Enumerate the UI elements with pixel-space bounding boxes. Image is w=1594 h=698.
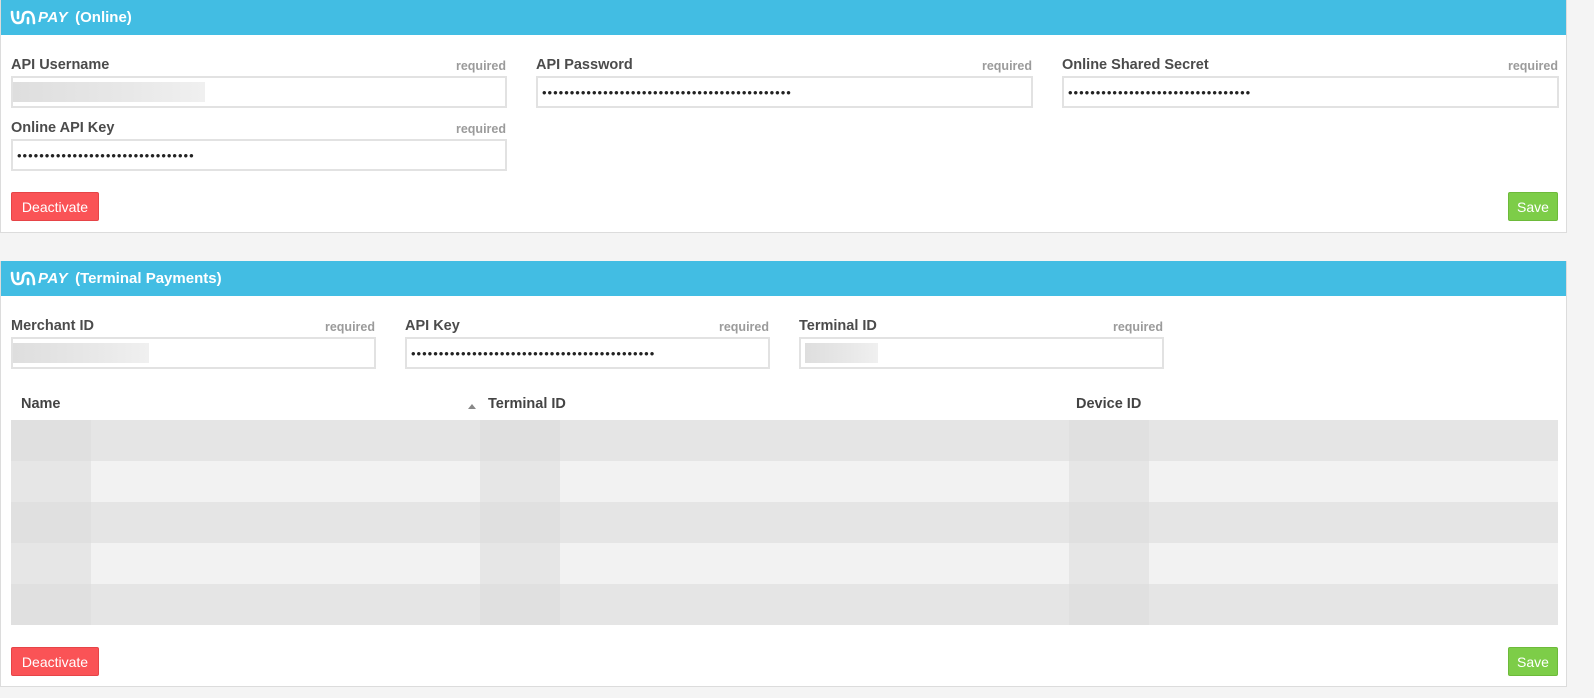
api-password-value: ••••••••••••••••••••••••••••••••••••••••…	[542, 84, 792, 100]
terminal-id-field: Terminal ID required	[799, 316, 1164, 369]
online-deactivate-button[interactable]: Deactivate	[11, 192, 99, 221]
online-shared-secret-input[interactable]: •••••••••••••••••••••••••••••••••	[1062, 76, 1559, 108]
required-indicator: required	[1507, 59, 1558, 73]
api-username-field: API Username required	[11, 55, 507, 108]
online-shared-secret-label: Online Shared Secret	[1062, 57, 1209, 73]
online-api-key-input[interactable]: ••••••••••••••••••••••••••••••••	[11, 139, 507, 171]
redacted-column-name	[11, 420, 91, 625]
sort-ascending-icon[interactable]	[468, 404, 476, 409]
terminal-payment-panel: PAY (Terminal Payments) Merchant ID requ…	[0, 261, 1567, 687]
redacted-value	[13, 343, 149, 363]
api-username-input[interactable]	[11, 76, 507, 108]
terminal-id-input[interactable]	[799, 337, 1164, 369]
online-panel-title: (Online)	[75, 9, 132, 26]
redacted-column-terminal-id	[480, 420, 560, 625]
terminals-table: Name Terminal ID Device ID	[11, 391, 1558, 625]
required-indicator: required	[981, 59, 1032, 73]
api-key-input[interactable]: ••••••••••••••••••••••••••••••••••••••••…	[405, 337, 770, 369]
online-payment-panel: PAY (Online) API Username required API P…	[0, 0, 1567, 233]
pay-logo: PAY	[10, 270, 75, 288]
terminal-id-label: Terminal ID	[799, 318, 877, 334]
online-api-key-label: Online API Key	[11, 120, 115, 136]
required-indicator: required	[324, 320, 375, 334]
terminal-deactivate-button[interactable]: Deactivate	[11, 647, 99, 676]
pay-logo: PAY	[10, 9, 75, 27]
api-key-label: API Key	[405, 318, 460, 334]
api-password-label: API Password	[536, 57, 633, 73]
online-save-button[interactable]: Save	[1508, 192, 1558, 221]
table-body	[11, 420, 1558, 625]
table-row[interactable]	[11, 502, 1558, 543]
column-header-device-id[interactable]: Device ID	[1076, 396, 1141, 412]
api-key-value: ••••••••••••••••••••••••••••••••••••••••…	[411, 345, 656, 361]
terminal-panel-title: (Terminal Payments)	[75, 270, 222, 287]
online-api-key-field: Online API Key required ••••••••••••••••…	[11, 118, 507, 171]
online-api-key-value: ••••••••••••••••••••••••••••••••	[17, 147, 195, 163]
table-row[interactable]	[11, 420, 1558, 461]
column-header-name[interactable]: Name	[21, 396, 61, 412]
online-shared-secret-field: Online Shared Secret required ••••••••••…	[1062, 55, 1559, 108]
redacted-value	[805, 343, 878, 363]
api-key-field: API Key required •••••••••••••••••••••••…	[405, 316, 770, 369]
table-row[interactable]	[11, 584, 1558, 625]
merchant-id-input[interactable]	[11, 337, 376, 369]
terminal-save-button[interactable]: Save	[1508, 647, 1558, 676]
column-header-terminal-id[interactable]: Terminal ID	[488, 396, 566, 412]
redacted-column-device-id	[1069, 420, 1149, 625]
required-indicator: required	[455, 59, 506, 73]
merchant-id-field: Merchant ID required	[11, 316, 376, 369]
api-password-input[interactable]: ••••••••••••••••••••••••••••••••••••••••…	[536, 76, 1033, 108]
merchant-id-label: Merchant ID	[11, 318, 94, 334]
required-indicator: required	[1112, 320, 1163, 334]
required-indicator: required	[455, 122, 506, 136]
online-shared-secret-value: •••••••••••••••••••••••••••••••••	[1068, 84, 1252, 100]
pay-logo-text: PAY	[38, 9, 69, 26]
table-row[interactable]	[11, 461, 1558, 502]
pay-logo-text: PAY	[38, 270, 69, 287]
terminal-panel-header: PAY (Terminal Payments)	[1, 261, 1566, 296]
pay-logo-icon	[10, 10, 36, 24]
pay-logo-icon	[10, 271, 36, 285]
online-panel-header: PAY (Online)	[1, 0, 1566, 35]
table-header: Name Terminal ID Device ID	[11, 391, 1558, 420]
required-indicator: required	[718, 320, 769, 334]
api-password-field: API Password required ••••••••••••••••••…	[536, 55, 1033, 108]
table-row[interactable]	[11, 543, 1558, 584]
api-username-label: API Username	[11, 57, 110, 73]
redacted-value	[13, 82, 205, 102]
